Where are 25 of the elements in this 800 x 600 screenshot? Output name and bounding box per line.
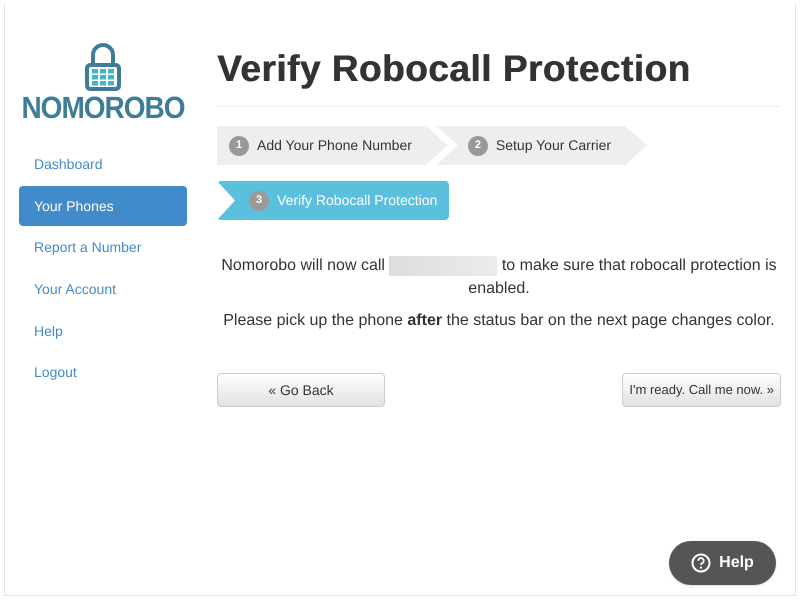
help-button[interactable]: Help <box>669 541 776 585</box>
go-back-button[interactable]: « Go Back <box>217 373 385 407</box>
step-number: 1 <box>229 136 249 156</box>
step-label: Verify Robocall Protection <box>277 191 438 210</box>
step-tab[interactable]: 3 Verify Robocall Protection <box>217 181 450 220</box>
sidebar-item[interactable]: Report a Number <box>19 228 187 268</box>
message-text: to make sure that robocall protection is enabled. <box>468 257 777 297</box>
sidebar-item[interactable]: Your Account <box>19 270 187 310</box>
sidebar-item[interactable]: Dashboard <box>19 144 187 185</box>
sidebar-item[interactable]: Your Phones <box>19 186 187 226</box>
step-tab[interactable]: 2 Setup Your Carrier <box>436 126 648 165</box>
logo[interactable]: NOMOROBO <box>21 42 185 122</box>
question-icon <box>691 553 712 573</box>
note-text: Please pick up the phone after the status bar on the next page changes color. <box>222 311 776 331</box>
step-number: 2 <box>468 136 488 156</box>
sidebar-item[interactable]: Help <box>19 311 187 352</box>
step-number: 3 <box>249 190 269 210</box>
sidebar-item[interactable]: Logout <box>19 352 187 393</box>
logo-text: NOMOROBO <box>21 92 185 124</box>
step-tab[interactable]: 1 Add Your Phone Number <box>217 126 448 165</box>
message-text: Nomorobo will now call <box>221 257 385 274</box>
step-label: Setup Your Carrier <box>496 136 612 155</box>
call-me-button[interactable]: I'm ready. Call me now. » <box>622 373 781 407</box>
page-title: Verify Robocall Protection <box>217 50 692 87</box>
step-label: Add Your Phone Number <box>257 136 412 155</box>
